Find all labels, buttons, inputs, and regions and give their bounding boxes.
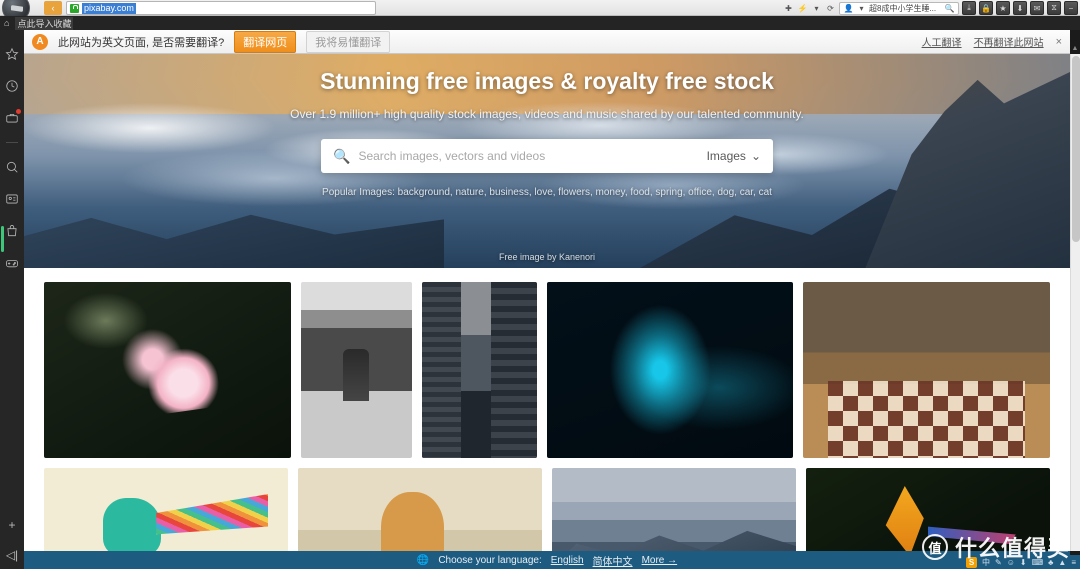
- sidebar-divider: [6, 142, 18, 143]
- never-translate-link[interactable]: 不再翻译此网站: [974, 34, 1044, 49]
- back-button[interactable]: ‹: [44, 1, 62, 15]
- sidebar-item-history[interactable]: [4, 78, 20, 94]
- translate-message: 此网站为英文页面, 是否需要翻译?: [58, 36, 225, 49]
- language-more-link[interactable]: More →: [642, 555, 678, 566]
- user-icon: 👤: [843, 3, 854, 13]
- hero-content: Stunning free images & royalty free stoc…: [24, 54, 1070, 268]
- popular-tags-prefix: Popular Images:: [322, 187, 395, 198]
- hero-search-bar[interactable]: 🔍 Images ⌄: [321, 139, 773, 173]
- page-scrollbar[interactable]: [1070, 54, 1080, 551]
- toolbar-right-cluster: ✚ ⚡ ▾ ⟳ 👤 ▾ 超8成中小学生睡... 🔍 ⤓ 🔒 ★ ⬇ ✉ ⧖ −: [783, 0, 1078, 16]
- hero-subtitle: Over 1.9 million+ high quality stock ima…: [290, 107, 804, 121]
- scroll-up-arrow[interactable]: ▲: [1070, 44, 1080, 54]
- chevron-down-icon[interactable]: ▾: [856, 3, 867, 14]
- url-text: pixabay.com: [82, 2, 136, 14]
- translator-logo-icon: A: [32, 33, 48, 50]
- star-icon[interactable]: ★: [996, 1, 1010, 15]
- watermark-badge-icon: 值: [921, 534, 948, 560]
- sidebar-item-games[interactable]: [4, 255, 20, 271]
- lightning-icon[interactable]: ⚡: [797, 3, 808, 14]
- bookmarks-bar: ⌂ 点此导入收藏: [0, 16, 1080, 30]
- download-manager-icon[interactable]: ⤓: [962, 1, 976, 15]
- mail-icon[interactable]: ✉: [1030, 1, 1044, 15]
- page-title: Stunning free images & royalty free stoc…: [320, 68, 774, 94]
- plus-icon[interactable]: +: [4, 517, 20, 533]
- search-type-label: Images: [706, 149, 746, 163]
- search-icon[interactable]: 🔍: [944, 3, 955, 14]
- sidebar-item-toolbox[interactable]: [4, 109, 21, 126]
- tile-lotus-flower[interactable]: [44, 282, 291, 458]
- hero-banner: Stunning free images & royalty free stoc…: [24, 54, 1070, 268]
- sidebar-item-shopping[interactable]: [4, 223, 20, 239]
- browser-window: ‹ pixabay.com ✚ ⚡ ▾ ⟳ 👤 ▾ 超8成中小学生睡... 🔍 …: [0, 0, 1080, 569]
- left-sidebar: + ◁|: [0, 30, 24, 569]
- hourglass-icon[interactable]: ⧖: [1047, 1, 1061, 15]
- language-bar: 🌐 Choose your language: English 简体中文 Mor…: [24, 551, 1070, 569]
- arrow-down-icon[interactable]: ⬇: [1013, 1, 1027, 15]
- omnibox-search[interactable]: 👤 ▾ 超8成中小学生睡... 🔍: [839, 1, 959, 15]
- tile-city-street[interactable]: [421, 282, 537, 458]
- popular-tags-list[interactable]: background, nature, business, love, flow…: [398, 187, 772, 198]
- language-option-english[interactable]: English: [551, 555, 584, 566]
- collapse-icon[interactable]: ◁|: [4, 547, 20, 563]
- chevron-down-icon[interactable]: ▾: [811, 3, 822, 14]
- translate-page-button[interactable]: 翻译网页: [234, 30, 297, 53]
- search-type-dropdown[interactable]: Images ⌄: [707, 149, 761, 163]
- popular-tags: Popular Images: background, nature, busi…: [322, 187, 772, 198]
- bookmark-import-item[interactable]: 点此导入收藏: [15, 16, 74, 30]
- sidebar-item-wallet[interactable]: [4, 191, 20, 207]
- minus-icon[interactable]: −: [1064, 1, 1078, 15]
- image-grid: [24, 268, 1070, 568]
- site-watermark: 值 什么值得买: [921, 531, 1070, 563]
- watermark-text: 什么值得买: [954, 536, 1070, 561]
- browser-toolbar: ‹ pixabay.com ✚ ⚡ ▾ ⟳ 👤 ▾ 超8成中小学生睡... 🔍 …: [0, 0, 1080, 22]
- translate-notification-bar: A 此网站为英文页面, 是否需要翻译? 翻译网页 我将易懂翻译 人工翻译 不再翻…: [24, 30, 1070, 54]
- human-translate-link[interactable]: 人工翻译: [922, 34, 962, 49]
- sidebar-active-marker: [1, 226, 4, 252]
- alternate-translate-button[interactable]: 我将易懂翻译: [306, 30, 391, 53]
- language-bar-label: Choose your language:: [438, 554, 542, 566]
- ssl-lock-icon: [70, 3, 79, 13]
- globe-icon: 🌐: [416, 554, 430, 566]
- tile-neon-portrait[interactable]: [546, 282, 794, 458]
- tile-cat-chess[interactable]: [803, 282, 1051, 458]
- home-icon[interactable]: ⌂: [4, 18, 9, 28]
- scrollbar-thumb[interactable]: [1072, 56, 1080, 242]
- search-icon: 🔍: [333, 147, 351, 164]
- pin-icon[interactable]: ✚: [783, 3, 794, 14]
- ime-menu-icon[interactable]: ≡: [1071, 558, 1076, 567]
- close-icon[interactable]: ×: [1056, 36, 1062, 48]
- sidebar-item-favorites[interactable]: [4, 46, 20, 62]
- chevron-down-icon: ⌄: [750, 149, 761, 163]
- image-grid-row-1: [44, 282, 1051, 458]
- search-input[interactable]: [358, 149, 707, 163]
- lock-icon[interactable]: 🔒: [979, 1, 993, 15]
- tile-subway-corridor[interactable]: [300, 282, 412, 458]
- sidebar-bottom-group: + ◁|: [0, 517, 24, 563]
- omnibox-search-value: 超8成中小学生睡...: [869, 3, 937, 13]
- language-option-chinese[interactable]: 简体中文: [593, 553, 633, 568]
- notification-badge: [16, 109, 21, 114]
- reload-icon[interactable]: ⟳: [825, 3, 836, 14]
- address-bar[interactable]: pixabay.com: [66, 1, 376, 15]
- translate-bar-links: 人工翻译 不再翻译此网站 ×: [922, 34, 1062, 50]
- sidebar-item-search[interactable]: [4, 159, 20, 175]
